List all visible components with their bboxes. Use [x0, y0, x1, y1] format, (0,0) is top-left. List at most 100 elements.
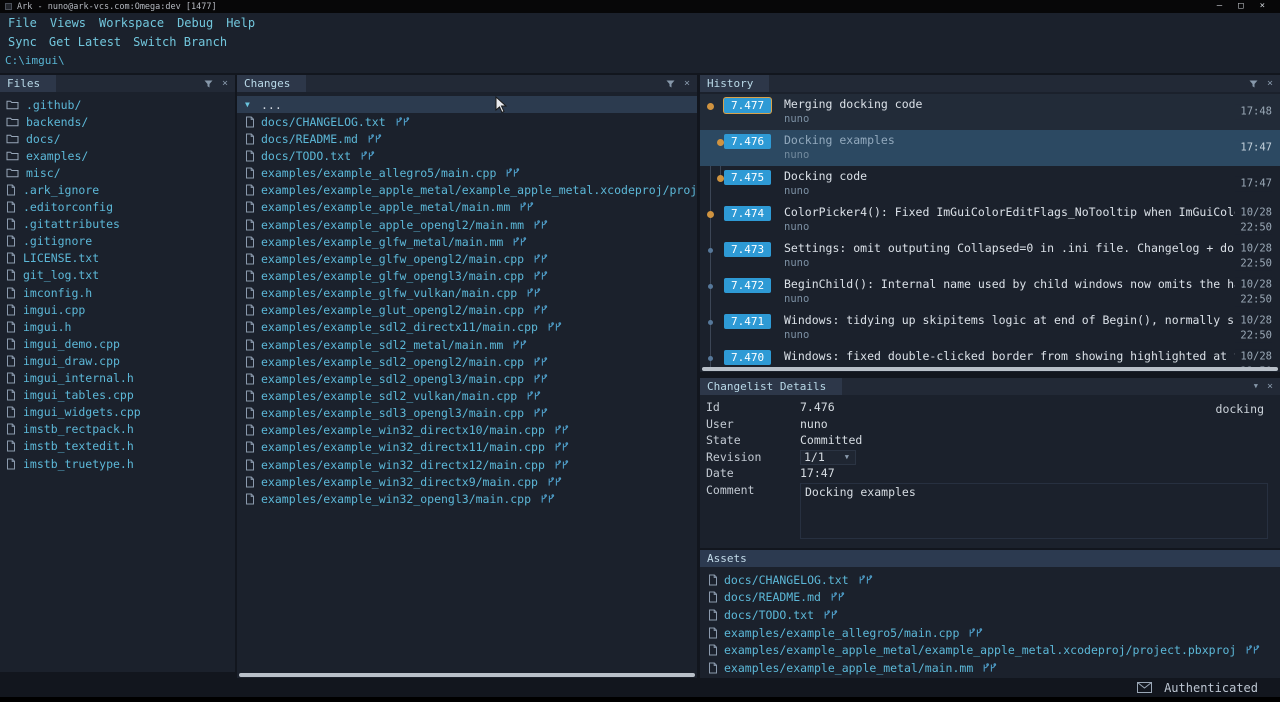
file-name: docs/	[26, 132, 61, 146]
envelope-icon[interactable]	[1137, 682, 1152, 693]
changed-file-row[interactable]: examples/example_glfw_metal/main.mm	[237, 233, 697, 250]
changed-file-row[interactable]: docs/README.md	[237, 130, 697, 147]
filter-icon[interactable]	[1249, 80, 1258, 88]
file-tree-row[interactable]: .github/	[0, 96, 235, 113]
checkout-status-icon	[547, 477, 562, 487]
close-icon[interactable]: ×	[1267, 79, 1273, 89]
document-icon	[6, 423, 16, 435]
changed-file-row[interactable]: examples/example_win32_directx10/main.cp…	[237, 422, 697, 439]
changed-file-row[interactable]: examples/example_sdl3_opengl3/main.cpp	[237, 405, 697, 422]
menu-item-workspace[interactable]: Workspace	[99, 16, 164, 30]
close-button[interactable]: ×	[1260, 2, 1265, 11]
filter-icon[interactable]	[666, 80, 675, 88]
changed-file-row[interactable]: examples/example_win32_opengl3/main.cpp	[237, 490, 697, 507]
file-tree-row[interactable]: misc/	[0, 164, 235, 181]
file-tree-row[interactable]: .editorconfig	[0, 199, 235, 216]
changed-file-row[interactable]: examples/example_apple_metal/example_app…	[237, 182, 697, 199]
close-icon[interactable]: ×	[1267, 382, 1273, 392]
menu-item-help[interactable]: Help	[226, 16, 255, 30]
details-tab[interactable]: Changelist Details	[700, 378, 842, 395]
file-tree-row[interactable]: imgui.h	[0, 318, 235, 335]
menu-item-file[interactable]: File	[8, 16, 37, 30]
document-icon	[245, 150, 255, 162]
changed-file-row[interactable]: examples/example_win32_directx11/main.cp…	[237, 439, 697, 456]
file-tree-row[interactable]: .gitattributes	[0, 216, 235, 233]
changed-file-row[interactable]: examples/example_glfw_vulkan/main.cpp	[237, 285, 697, 302]
changed-file-row[interactable]: docs/CHANGELOG.txt	[237, 113, 697, 130]
history-tab[interactable]: History	[700, 75, 769, 92]
file-tree-row[interactable]: imgui_internal.h	[0, 370, 235, 387]
history-row[interactable]: 7.471Windows: tidying up skipitems logic…	[700, 310, 1280, 346]
horizontal-scrollbar[interactable]	[702, 367, 1278, 371]
close-icon[interactable]: ×	[222, 79, 228, 89]
history-row[interactable]: 7.470Windows: fixed double-clicked borde…	[700, 346, 1280, 367]
minimize-button[interactable]: –	[1217, 2, 1222, 11]
history-row[interactable]: 7.473Settings: omit outputing Collapsed=…	[700, 238, 1280, 274]
changes-root-row[interactable]: ▼...	[237, 96, 697, 113]
asset-file-row[interactable]: examples/example_apple_metal/example_app…	[700, 641, 1280, 659]
changed-file-name: examples/example_sdl2_opengl2/main.cpp	[261, 355, 524, 369]
file-tree-row[interactable]: examples/	[0, 147, 235, 164]
revision-badge: 7.471	[724, 314, 771, 329]
menu-item-views[interactable]: Views	[50, 16, 86, 30]
file-tree-row[interactable]: backends/	[0, 113, 235, 130]
file-tree-row[interactable]: imstb_textedit.h	[0, 438, 235, 455]
file-tree-row[interactable]: imgui_widgets.cpp	[0, 404, 235, 421]
expander-icon[interactable]: ▼	[245, 100, 255, 109]
changed-file-row[interactable]: examples/example_sdl2_opengl2/main.cpp	[237, 353, 697, 370]
commit-info: Merging docking codenuno	[784, 97, 1278, 125]
filter-icon[interactable]	[204, 80, 213, 88]
toolbar-button-switch-branch[interactable]: Switch Branch	[133, 35, 227, 49]
changed-file-row[interactable]: examples/example_apple_opengl2/main.mm	[237, 216, 697, 233]
changed-file-row[interactable]: examples/example_sdl2_metal/main.mm	[237, 336, 697, 353]
changed-file-row[interactable]: examples/example_win32_directx9/main.cpp	[237, 473, 697, 490]
files-tab[interactable]: Files	[0, 75, 56, 92]
history-row[interactable]: 7.475Docking codenuno17:47	[700, 166, 1280, 202]
file-tree-row[interactable]: docs/	[0, 130, 235, 147]
file-tree-row[interactable]: imstb_rectpack.h	[0, 421, 235, 438]
horizontal-scrollbar[interactable]	[239, 673, 695, 677]
history-row[interactable]: 7.476Docking examplesnuno17:47	[700, 130, 1280, 166]
file-tree-row[interactable]: imconfig.h	[0, 284, 235, 301]
file-tree-row[interactable]: imgui_draw.cpp	[0, 352, 235, 369]
changed-file-row[interactable]: examples/example_sdl2_directx11/main.cpp	[237, 319, 697, 336]
changed-file-row[interactable]: examples/example_sdl2_opengl3/main.cpp	[237, 370, 697, 387]
file-tree-row[interactable]: git_log.txt	[0, 267, 235, 284]
asset-file-row[interactable]: docs/TODO.txt	[700, 606, 1280, 624]
changed-file-row[interactable]: examples/example_apple_metal/main.mm	[237, 199, 697, 216]
history-row[interactable]: 7.477Merging docking codenuno17:48	[700, 94, 1280, 130]
history-row[interactable]: 7.472BeginChild(): Internal name used by…	[700, 274, 1280, 310]
file-tree-row[interactable]: .ark_ignore	[0, 181, 235, 198]
file-name: .ark_ignore	[23, 183, 99, 197]
changed-file-row[interactable]: examples/example_win32_directx12/main.cp…	[237, 456, 697, 473]
changed-file-row[interactable]: examples/example_glfw_opengl2/main.cpp	[237, 250, 697, 267]
asset-file-row[interactable]: docs/CHANGELOG.txt	[700, 571, 1280, 589]
file-tree-row[interactable]: imgui.cpp	[0, 301, 235, 318]
changed-file-row[interactable]: docs/TODO.txt	[237, 147, 697, 164]
revision-dropdown[interactable]: 1/1▼	[800, 450, 856, 465]
asset-file-row[interactable]: examples/example_apple_metal/main.mm	[700, 659, 1280, 677]
asset-file-row[interactable]: docs/README.md	[700, 589, 1280, 607]
checkout-status-icon	[533, 254, 548, 264]
menu-item-debug[interactable]: Debug	[177, 16, 213, 30]
changed-file-row[interactable]: examples/example_allegro5/main.cpp	[237, 165, 697, 182]
document-icon	[245, 493, 255, 505]
history-row[interactable]: 7.474ColorPicker4(): Fixed ImGuiColorEdi…	[700, 202, 1280, 238]
changed-file-row[interactable]: examples/example_glfw_opengl3/main.cpp	[237, 267, 697, 284]
asset-file-row[interactable]: examples/example_allegro5/main.cpp	[700, 624, 1280, 642]
toolbar-button-get-latest[interactable]: Get Latest	[49, 35, 121, 49]
file-tree-row[interactable]: .gitignore	[0, 233, 235, 250]
file-tree-row[interactable]: imgui_tables.cpp	[0, 387, 235, 404]
changed-file-row[interactable]: examples/example_glut_opengl2/main.cpp	[237, 302, 697, 319]
checkout-status-icon	[526, 391, 541, 401]
changed-file-row[interactable]: examples/example_sdl2_vulkan/main.cpp	[237, 387, 697, 404]
file-tree-row[interactable]: imstb_truetype.h	[0, 455, 235, 472]
close-icon[interactable]: ×	[684, 79, 690, 89]
toolbar-button-sync[interactable]: Sync	[8, 35, 37, 49]
chevron-down-icon[interactable]: ▼	[1254, 383, 1258, 390]
maximize-button[interactable]: □	[1238, 2, 1243, 11]
comment-box[interactable]: Docking examples	[800, 483, 1268, 539]
file-tree-row[interactable]: LICENSE.txt	[0, 250, 235, 267]
file-tree-row[interactable]: imgui_demo.cpp	[0, 335, 235, 352]
changes-tab[interactable]: Changes	[237, 75, 306, 92]
